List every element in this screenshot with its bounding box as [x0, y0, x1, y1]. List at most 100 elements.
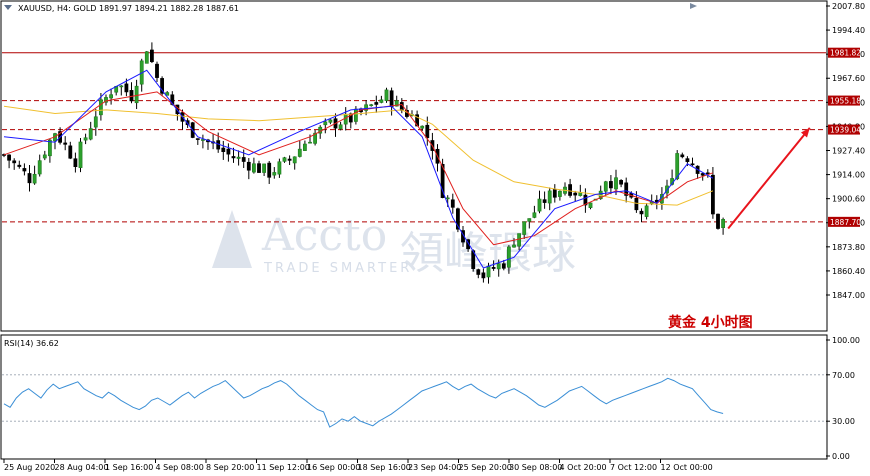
time-tick-label: 12 Oct 00:00 [661, 463, 713, 472]
price-level-label: 1981.82 [830, 49, 861, 58]
candle-bull [496, 263, 501, 270]
candle-bull [721, 219, 726, 228]
price-axis: 2007.801994.401981.001967.601954.201940.… [826, 2, 865, 300]
candle-bear [608, 181, 613, 189]
time-tick-label: 7 Oct 12:00 [610, 463, 657, 472]
candle-bull [32, 173, 37, 184]
rsi-tick-label: 30.00 [832, 417, 855, 426]
candle-bull [486, 265, 491, 278]
time-axis: 25 Aug 2020 28 Aug 04:001 Sep 16:00 4 Sep … [3, 459, 713, 472]
candle-bear [705, 172, 710, 175]
candle-bull [282, 157, 287, 162]
price-tick-label: 1900.60 [832, 195, 865, 204]
candle-bull [527, 218, 532, 222]
candle-bull [537, 198, 542, 212]
candle-bear [63, 142, 68, 145]
candle-bear [12, 160, 17, 164]
candle-bull [42, 154, 47, 159]
candle-bull [236, 156, 241, 159]
candle-bull [445, 197, 450, 200]
candle-bear [27, 173, 32, 184]
candle-bear [690, 163, 695, 166]
candle-bull [292, 156, 297, 164]
candle-bear [7, 154, 12, 161]
candle-bull [109, 94, 114, 99]
candle-bear [68, 145, 73, 159]
candle-bull [119, 85, 124, 88]
candle-bear [481, 272, 486, 279]
candle-bear [425, 124, 430, 139]
rsi-tick-label: 100.00 [832, 336, 860, 345]
time-tick-label: 18 Sep 16:00 [358, 463, 411, 472]
time-tick-label: 30 Sep 08:00 [509, 463, 562, 472]
candle-bear [129, 90, 134, 102]
watermark-brand: Accto [261, 210, 387, 261]
candle-bear [226, 148, 231, 155]
candle-bear [389, 90, 394, 108]
candle-bear [568, 184, 573, 196]
candle-bear [573, 192, 578, 196]
price-tick-label: 1860.40 [832, 267, 865, 276]
candle-bear [476, 269, 481, 275]
candle-bull [614, 177, 618, 190]
candle-bear [22, 168, 27, 172]
price-tick-label: 1967.60 [832, 74, 865, 83]
candle-bear [619, 180, 624, 185]
candle-bull [88, 128, 93, 140]
candle-bull [353, 108, 358, 122]
rsi-tick-label: 0.00 [832, 452, 850, 461]
candle-bull [379, 99, 384, 103]
candle-bull [506, 246, 511, 268]
candle-bull [323, 121, 328, 126]
candle-bull [308, 141, 312, 144]
candle-bull [420, 125, 425, 129]
candle-bear [710, 174, 715, 215]
candle-bear [639, 210, 644, 215]
price-level-label: 1887.70 [830, 218, 861, 227]
candle-bull [99, 99, 103, 116]
candle-bull [547, 190, 552, 204]
time-tick-label: 28 Aug 04:00 [55, 463, 109, 472]
candle-bull [262, 163, 267, 173]
candle-bull [522, 221, 527, 235]
candle-bull [134, 85, 139, 104]
price-tick-label: 1873.80 [832, 243, 865, 252]
candle-bear [634, 198, 639, 211]
candle-bear [685, 158, 690, 162]
candle-bull [93, 116, 98, 128]
candle-bull [201, 139, 205, 141]
candle-bear [267, 162, 272, 178]
time-tick-label: 16 Sep 00:00 [307, 463, 360, 472]
candle-bear [257, 163, 261, 173]
chart-cn-title: 黄金 4小时图 [668, 314, 753, 331]
time-tick-label: 25 Aug 2020 [4, 463, 55, 472]
price-tick-label: 2007.80 [832, 2, 865, 11]
candle-bear [124, 83, 129, 93]
candle-bear [542, 199, 547, 203]
candle-bull [328, 119, 333, 123]
candle-bear [716, 213, 720, 229]
candle-bull [302, 143, 307, 151]
candle-bull [369, 104, 374, 107]
chart-title: XAUUSD, H4: GOLD 1891.97 1894.21 1882.28… [18, 4, 239, 13]
time-tick-label: 23 Sep 04:00 [408, 463, 461, 472]
candle-bull [277, 161, 282, 175]
candle-bull [47, 139, 52, 157]
candle-bull [37, 160, 42, 175]
price-tick-label: 1994.40 [832, 26, 865, 35]
chart-canvas: Accto 領峰環球 TRADE SMARTER 2007.801994.401… [0, 0, 865, 472]
time-tick-label: 4 Oct 20:00 [560, 463, 607, 472]
candle-bull [644, 205, 649, 217]
rsi-tick-label: 70.00 [832, 371, 855, 380]
candle-bear [73, 158, 78, 168]
candle-bull [603, 181, 608, 192]
candle-bull [78, 141, 83, 168]
time-tick-label: 1 Sep 16:00 [105, 463, 153, 472]
candle-bull [532, 212, 537, 218]
candle-bear [155, 63, 159, 78]
candle-bear [374, 102, 379, 105]
candle-bear [221, 147, 226, 152]
candle-bear [17, 164, 22, 167]
candle-bull [144, 51, 149, 64]
candle-bear [680, 154, 685, 158]
